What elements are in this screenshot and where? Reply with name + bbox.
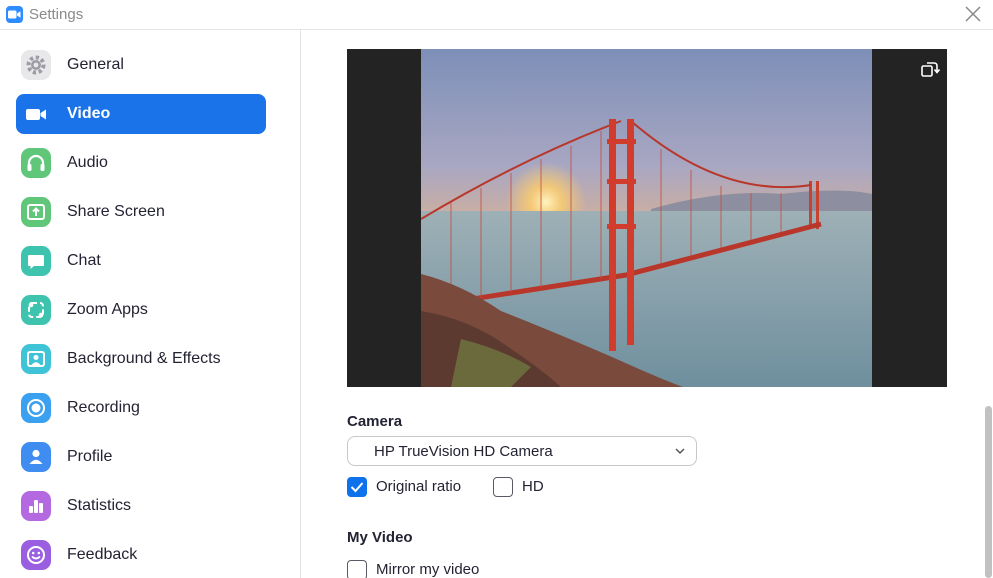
close-button[interactable]	[960, 3, 986, 25]
rotate-icon	[921, 62, 941, 77]
title-bar: Settings	[0, 0, 993, 30]
chevron-down-icon	[675, 448, 685, 455]
hd-label: HD	[522, 478, 544, 495]
sidebar-item-background-effects[interactable]: Background & Effects	[16, 339, 266, 379]
close-icon	[965, 6, 981, 22]
video-camera-icon	[21, 99, 51, 129]
sidebar-item-label: General	[67, 56, 124, 73]
sidebar-item-label: Audio	[67, 154, 108, 171]
chat-bubble-icon	[21, 246, 51, 276]
sidebar-item-label: Profile	[67, 448, 113, 465]
sidebar-item-statistics[interactable]: Statistics	[16, 486, 266, 526]
scrollbar-thumb[interactable]	[985, 406, 992, 578]
sidebar-item-label: Feedback	[67, 546, 138, 563]
sidebar-item-label: Zoom Apps	[67, 301, 148, 318]
camera-section-title: Camera	[347, 413, 403, 430]
sidebar-item-general[interactable]: General	[16, 45, 266, 85]
camera-select-value: HP TrueVision HD Camera	[374, 443, 553, 460]
sidebar-item-label: Share Screen	[67, 203, 165, 220]
window-title: Settings	[29, 6, 84, 23]
sidebar-item-audio[interactable]: Audio	[16, 143, 266, 183]
mirror-video-checkbox[interactable]: Mirror my video	[347, 560, 497, 578]
sidebar-item-label: Background & Effects	[67, 350, 221, 367]
sidebar-item-label: Video	[67, 105, 111, 122]
camera-preview-image	[421, 49, 872, 387]
checkbox-unchecked-icon	[493, 477, 513, 497]
sidebar-item-label: Chat	[67, 252, 101, 269]
zoom-apps-icon	[21, 295, 51, 325]
share-screen-icon	[21, 197, 51, 227]
recording-icon	[21, 393, 51, 423]
original-ratio-label: Original ratio	[376, 478, 462, 495]
sidebar-item-video[interactable]: Video	[16, 94, 266, 134]
sidebar-item-profile[interactable]: Profile	[16, 437, 266, 477]
hd-checkbox[interactable]: HD	[493, 477, 553, 499]
settings-sidebar: General Video Audio Share Screen Chat Zo…	[0, 30, 301, 578]
background-effects-icon	[21, 344, 51, 374]
mirror-video-label: Mirror my video	[376, 561, 480, 578]
original-ratio-checkbox[interactable]: Original ratio	[347, 477, 477, 499]
content-scrollbar[interactable]	[983, 30, 993, 578]
sidebar-item-feedback[interactable]: Feedback	[16, 535, 266, 575]
zoom-logo-icon	[6, 6, 23, 23]
sidebar-item-label: Statistics	[67, 497, 132, 514]
sidebar-item-recording[interactable]: Recording	[16, 388, 266, 428]
headphones-icon	[21, 148, 51, 178]
checkbox-checked-icon	[347, 477, 367, 497]
profile-icon	[21, 442, 51, 472]
statistics-icon	[21, 491, 51, 521]
camera-select[interactable]: HP TrueVision HD Camera	[347, 436, 697, 466]
rotate-camera-button[interactable]	[919, 58, 941, 80]
sidebar-item-share-screen[interactable]: Share Screen	[16, 192, 266, 232]
feedback-smiley-icon	[21, 540, 51, 570]
sidebar-item-label: Recording	[67, 399, 140, 416]
my-video-section-title: My Video	[347, 529, 413, 546]
sidebar-item-chat[interactable]: Chat	[16, 241, 266, 281]
gear-icon	[21, 50, 51, 80]
sidebar-item-zoom-apps[interactable]: Zoom Apps	[16, 290, 266, 330]
video-preview	[347, 49, 947, 387]
video-settings-panel: Camera HP TrueVision HD Camera Original …	[302, 30, 982, 578]
checkbox-unchecked-icon	[347, 560, 367, 578]
